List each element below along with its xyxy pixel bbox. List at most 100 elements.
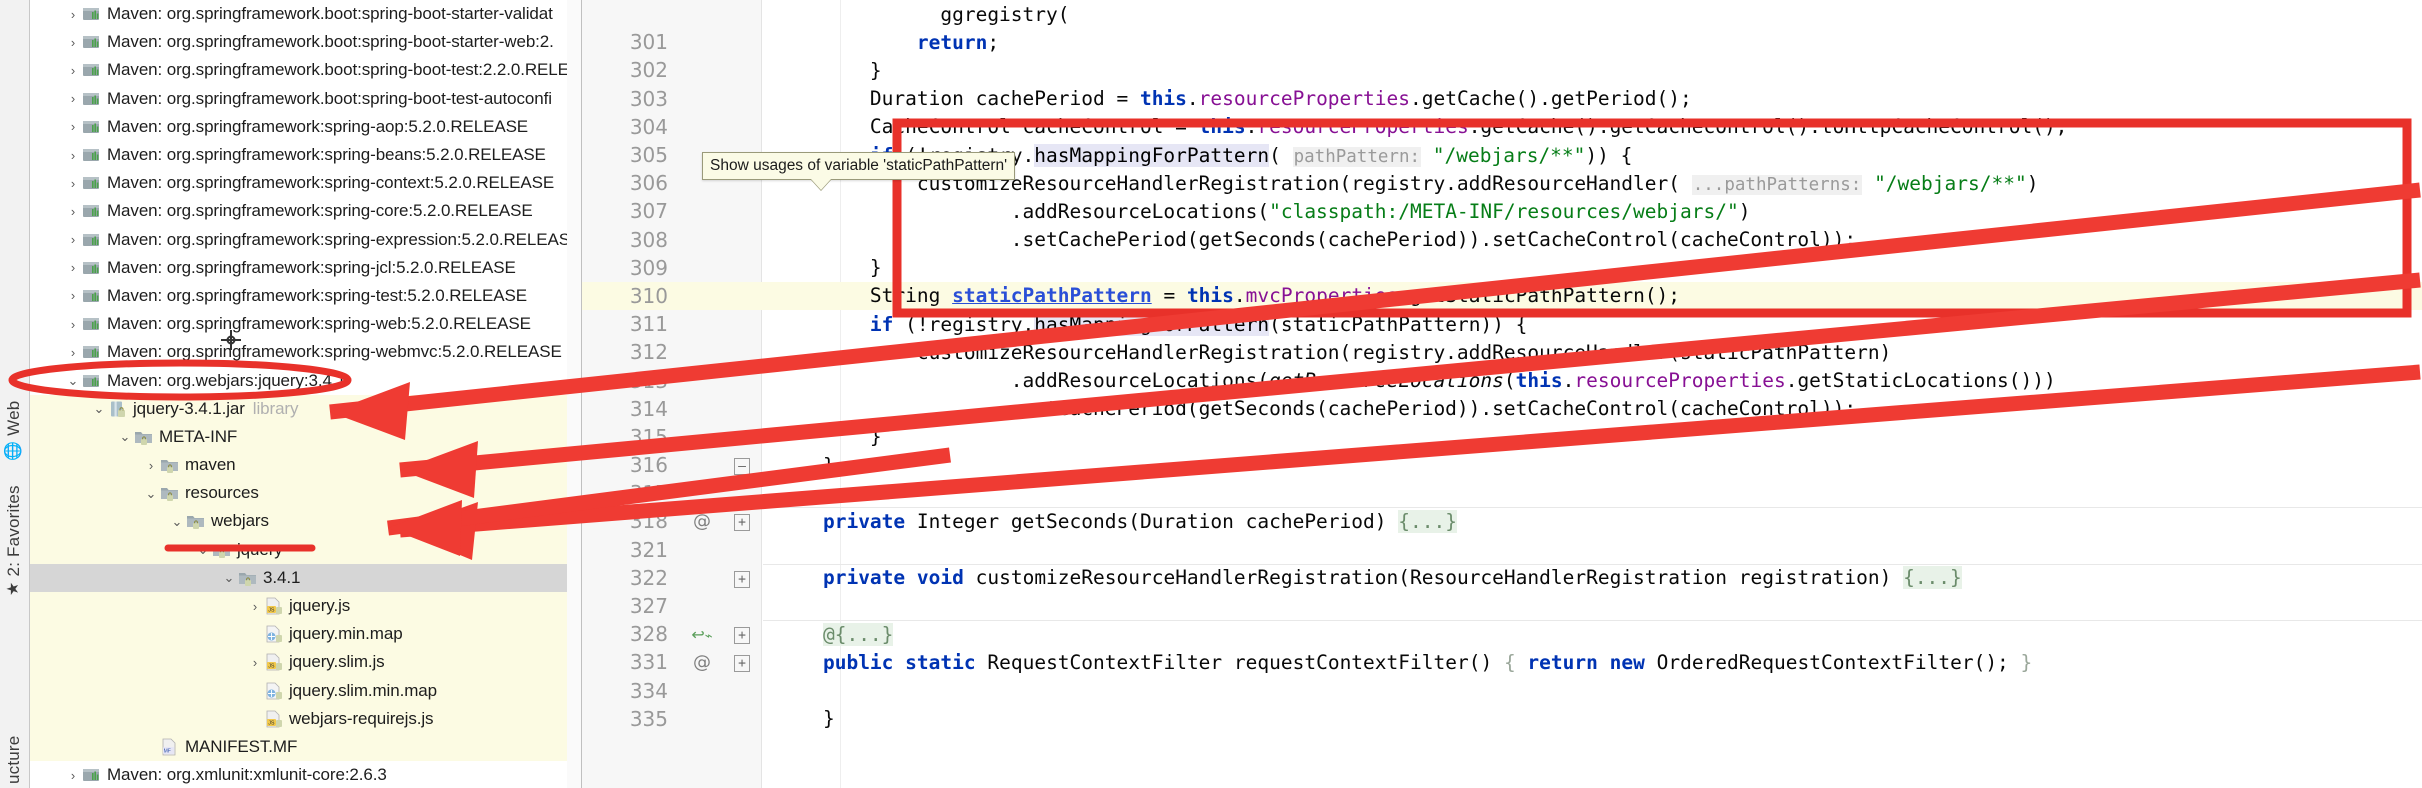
chevron-down-icon[interactable]: ⌄ — [142, 487, 160, 500]
tree-row[interactable]: jquery.min.map — [30, 620, 581, 649]
annotation-gutter-icon[interactable]: @ — [682, 652, 722, 673]
tree-row[interactable]: › Maven: org.springframework:spring-beans… — [30, 141, 581, 169]
gutter-marker[interactable]: ↩⌁ — [682, 624, 722, 645]
code-line[interactable]: 331 @ + public static RequestContextFilter… — [582, 648, 2422, 676]
code-editor[interactable]: ggregistry(301 return; 302 } 303 Duration … — [582, 0, 2422, 788]
star-icon: ★ — [5, 581, 22, 596]
tree-row[interactable]: ⌄ jquery — [30, 535, 581, 564]
tree-row[interactable]: › Maven: org.springframework:spring-aop:5… — [30, 113, 581, 141]
tree-row[interactable]: › Maven: org.springframework:spring-webmv… — [30, 338, 581, 366]
tree-row-label: MANIFEST.MF — [185, 736, 298, 756]
chevron-right-icon[interactable]: › — [64, 149, 82, 162]
code-line[interactable]: 304 CacheControl cacheControl = this.res… — [582, 113, 2422, 141]
code-line[interactable]: 317 — [582, 479, 2422, 507]
code-line[interactable]: 318 @ + private Integer getSeconds(Duratio… — [582, 507, 2422, 535]
code-line[interactable]: 334 — [582, 677, 2422, 705]
fold-toggle[interactable]: + — [722, 653, 762, 673]
chevron-right-icon[interactable]: › — [64, 120, 82, 133]
code-token: hasMappingForPattern — [1034, 312, 1270, 336]
left-tool-strip: ★ 2: Favorites 🌐 Web ucture — [0, 0, 30, 788]
annotation-gutter-icon[interactable]: @ — [682, 511, 722, 532]
tree-row[interactable]: ⌄ webjars — [30, 507, 581, 536]
chevron-down-icon[interactable]: ⌄ — [64, 374, 82, 387]
chevron-right-icon[interactable]: › — [64, 8, 82, 21]
tree-row[interactable]: › Maven: org.springframework.boot:spring-… — [30, 0, 581, 28]
tree-scrollbar[interactable] — [567, 0, 581, 788]
code-line[interactable]: 308 .setCachePeriod(getSeconds(cachePeri… — [582, 226, 2422, 254]
code-line[interactable]: ggregistry( — [582, 0, 2422, 28]
code-line[interactable]: 301 return; — [582, 28, 2422, 56]
tree-row[interactable]: › Maven: org.xmlunit:xmlunit-core:2.6.3 — [30, 761, 581, 788]
code-line[interactable]: 327 — [582, 592, 2422, 620]
chevron-down-icon[interactable]: ⌄ — [194, 543, 212, 556]
chevron-right-icon[interactable]: › — [246, 600, 264, 613]
code-line[interactable]: 307 .addResourceLocations("classpath:/ME… — [582, 197, 2422, 225]
tree-row[interactable]: ⌄ jquery-3.4.1.jar library — [30, 394, 581, 423]
code-text: } — [762, 59, 882, 82]
project-tree-panel[interactable]: › Maven: org.springframework.boot:spring-… — [30, 0, 582, 788]
code-line[interactable]: 314 .setCachePeriod(getSeconds(cachePeri… — [582, 395, 2422, 423]
chevron-right-icon[interactable]: › — [64, 64, 82, 77]
code-line[interactable]: 309 } — [582, 254, 2422, 282]
code-line[interactable]: 328 ↩⌁ + @{...} — [582, 620, 2422, 648]
tree-row[interactable]: ⌄ META-INF — [30, 422, 581, 451]
code-line[interactable]: 311 if (!registry.hasMappingForPattern(s… — [582, 310, 2422, 338]
chevron-right-icon[interactable]: › — [64, 261, 82, 274]
code-token: (staticPathPattern)) { — [1269, 312, 1528, 336]
chevron-right-icon[interactable]: › — [64, 346, 82, 359]
chevron-right-icon[interactable]: › — [142, 459, 160, 472]
code-line[interactable]: 312 customizeResourceHandlerRegistration… — [582, 338, 2422, 366]
fold-toggle[interactable]: + — [722, 569, 762, 588]
tree-row[interactable]: › Maven: org.springframework:spring-test:… — [30, 282, 581, 310]
chevron-right-icon[interactable]: › — [64, 769, 82, 782]
chevron-right-icon[interactable]: › — [64, 318, 82, 331]
tree-row[interactable]: ⌄ 3.4.1 — [30, 563, 581, 592]
tree-row[interactable]: › Maven: org.springframework:spring-expre… — [30, 226, 581, 254]
chevron-right-icon[interactable]: › — [64, 233, 82, 246]
tree-row[interactable]: ⌄ resources — [30, 479, 581, 508]
code-line[interactable]: 313 .addResourceLocations(getResourceLoc… — [582, 366, 2422, 394]
tree-row[interactable]: › Maven: org.springframework.boot:spring-… — [30, 56, 581, 84]
chevron-right-icon[interactable]: › — [64, 92, 82, 105]
chevron-down-icon[interactable]: ⌄ — [116, 430, 134, 443]
tree-row[interactable]: › Maven: org.springframework.boot:spring-… — [30, 85, 581, 113]
fold-toggle[interactable]: + — [722, 512, 762, 532]
toolwindow-tab-favorites[interactable]: ★ 2: Favorites — [0, 481, 29, 600]
chevron-right-icon[interactable]: › — [64, 205, 82, 218]
chevron-right-icon[interactable]: › — [64, 289, 82, 302]
code-line[interactable]: 316 – } — [582, 451, 2422, 479]
tree-row[interactable]: › Maven: org.springframework:spring-core:… — [30, 197, 581, 225]
chevron-down-icon[interactable]: ⌄ — [168, 515, 186, 528]
tree-row[interactable]: › Maven: org.springframework:spring-conte… — [30, 169, 581, 197]
tree-row[interactable]: MF MANIFEST.MF — [30, 732, 581, 762]
tree-row[interactable]: ⌄ Maven: org.webjars:jquery:3.4.1 — [30, 366, 581, 394]
code-line[interactable]: 310 String staticPathPattern = this.mvcP… — [582, 281, 2422, 311]
code-text: return; — [762, 31, 999, 54]
tree-row[interactable]: JS webjars-requirejs.js — [30, 704, 581, 733]
chevron-right-icon[interactable]: › — [246, 656, 264, 669]
code-token: } — [776, 425, 882, 449]
code-line[interactable]: 303 Duration cachePeriod = this.resource… — [582, 85, 2422, 113]
tree-row[interactable]: › maven — [30, 451, 581, 480]
tree-row[interactable]: › Maven: org.springframework.boot:spring-… — [30, 28, 581, 56]
tree-row[interactable]: › Maven: org.springframework:spring-jcl:5… — [30, 254, 581, 282]
chevron-down-icon[interactable]: ⌄ — [220, 571, 238, 584]
fold-toggle[interactable]: + — [722, 625, 762, 645]
chevron-down-icon[interactable]: ⌄ — [90, 402, 108, 415]
code-text: .addResourceLocations(getResourceLocatio… — [762, 369, 2056, 392]
chevron-right-icon[interactable]: › — [64, 36, 82, 49]
tree-row[interactable]: › JS jquery.slim.js — [30, 648, 581, 677]
tree-row[interactable]: › JS jquery.js — [30, 591, 581, 621]
code-line[interactable]: 321 — [582, 536, 2422, 564]
code-line[interactable]: 302 } — [582, 56, 2422, 84]
tree-row[interactable]: › Maven: org.springframework:spring-web:5… — [30, 310, 581, 338]
code-line[interactable]: 315 } — [582, 423, 2422, 451]
code-token: public — [822, 650, 894, 674]
toolwindow-tab-structure[interactable]: ucture — [0, 732, 29, 788]
code-line[interactable]: 322 + private void customizeResourceHandl… — [582, 563, 2422, 592]
code-line[interactable]: 335 } — [582, 705, 2422, 733]
chevron-right-icon[interactable]: › — [64, 177, 82, 190]
tree-row[interactable]: jquery.slim.min.map — [30, 676, 581, 705]
fold-toggle[interactable]: – — [722, 456, 762, 476]
toolwindow-tab-web[interactable]: 🌐 Web — [0, 397, 29, 465]
